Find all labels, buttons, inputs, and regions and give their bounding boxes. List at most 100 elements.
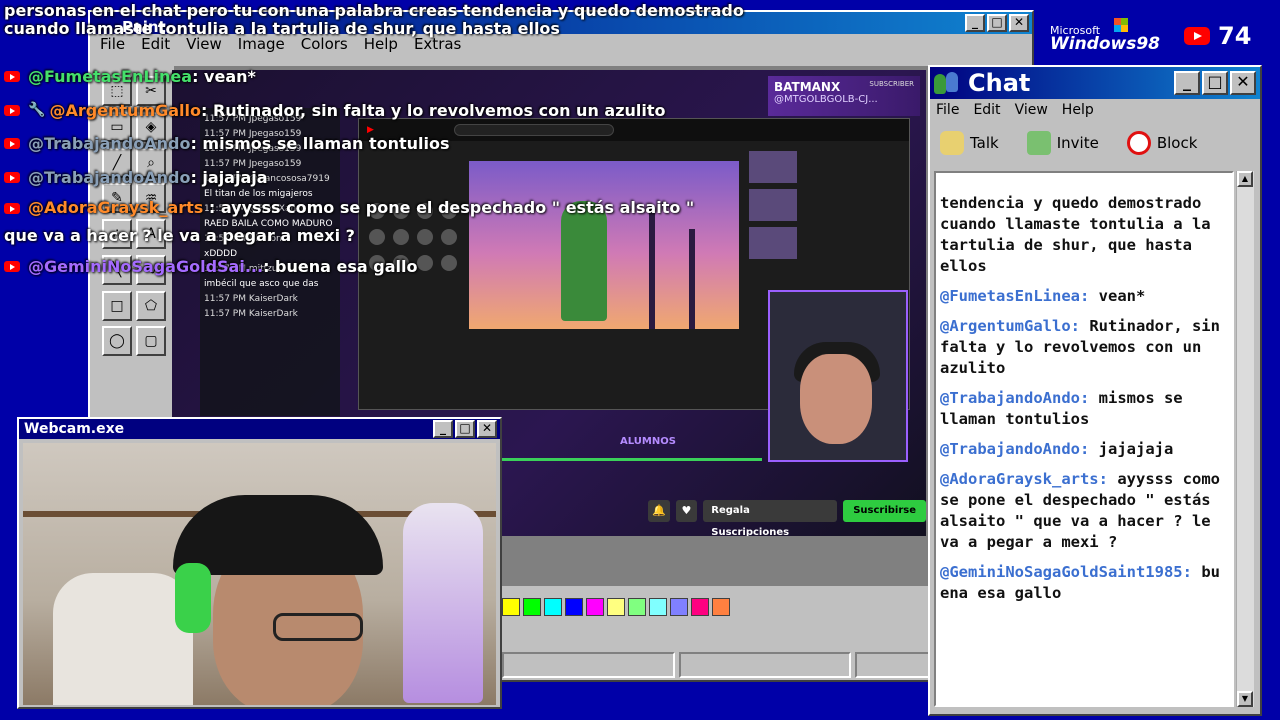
- heart-icon[interactable]: ♥: [675, 500, 698, 522]
- color-swatch[interactable]: [691, 598, 709, 616]
- overlay-chat-line: 🔧 @ArgentumGallo : Rutinador, sin falta …: [4, 94, 704, 128]
- youtube-icon: [4, 104, 20, 116]
- chat-username: @AdoraGraysk_arts: [28, 198, 204, 217]
- logo-product: Windows98: [1050, 34, 1161, 54]
- viewer-count-value: 74: [1218, 22, 1252, 50]
- youtube-icon: [4, 203, 20, 214]
- menu-file[interactable]: File: [936, 102, 959, 118]
- rounded-rect-icon[interactable]: ▢: [136, 326, 166, 357]
- chat-username: @TrabajandoAndo:: [940, 440, 1090, 458]
- paint-title: Paint: [122, 18, 166, 36]
- side-chat-line: 11:57 PM KaiserDark: [204, 309, 298, 319]
- close-button[interactable]: ✕: [1009, 14, 1029, 32]
- channel-card: BATMANX @MTGOLBGOLB-CJ... SUBSCRIBER: [768, 76, 920, 116]
- chat-text: jajajaja: [1098, 440, 1174, 458]
- talk-label: Talk: [970, 134, 999, 152]
- chat-username: @ArgentumGallo: [49, 100, 202, 120]
- list-item[interactable]: [749, 151, 905, 183]
- close-button[interactable]: ✕: [477, 420, 497, 438]
- talk-icon: [940, 131, 964, 155]
- chat-message: @AdoraGraysk_arts: ayysss como se pone e…: [940, 469, 1228, 553]
- youtube-icon: [4, 138, 20, 150]
- chat-username: @FumetasEnLinea:: [940, 287, 1090, 305]
- wrench-icon: 🔧: [28, 102, 46, 119]
- rectangle-icon[interactable]: □: [102, 290, 132, 321]
- chat-text: : buena esa gallo: [263, 257, 418, 277]
- cap: [173, 495, 383, 575]
- chat-username: @GeminiNoSagaGoldSai...: [28, 257, 264, 277]
- color-swatch[interactable]: [712, 598, 730, 616]
- top-message-line: cuando llamaste tontulia a la tartulia d…: [4, 19, 560, 38]
- chat-titlebar[interactable]: Chat _ □ ✕: [930, 67, 1260, 99]
- windows-flag-icon: [1114, 18, 1128, 32]
- color-swatch[interactable]: [586, 598, 604, 616]
- status-cell: [678, 652, 852, 678]
- gift-subs-button[interactable]: Regala Suscripciones: [703, 500, 838, 536]
- status-cell: [502, 652, 675, 678]
- webcam-title: Webcam.exe: [24, 421, 125, 437]
- chat-message: @FumetasEnLinea: vean*: [940, 286, 1228, 307]
- chat-message: @TrabajandoAndo: jajajaja: [940, 439, 1228, 460]
- overlay-chat-line: @TrabajandoAndo : jajajaja: [4, 161, 704, 195]
- channel-handle: @MTGOLBGOLB-CJ...: [774, 94, 878, 105]
- minimize-button[interactable]: _: [965, 14, 985, 32]
- block-button[interactable]: Block: [1126, 131, 1197, 155]
- menu-edit[interactable]: Edit: [973, 102, 1000, 118]
- color-swatch[interactable]: [670, 598, 688, 616]
- overlay-chat-line: @AdoraGraysk_arts : ayysss como se pone …: [4, 194, 704, 250]
- statue: [403, 503, 483, 703]
- chat-scrollbar[interactable]: ▲ ▼: [1236, 171, 1254, 707]
- chat-title: Chat: [968, 69, 1031, 97]
- side-chat-line: 11:57 PM KaiserDark: [204, 294, 298, 304]
- viewer-count: 74: [1184, 22, 1251, 50]
- minimize-button[interactable]: _: [433, 420, 453, 438]
- chat-username: @GeminiNoSagaGoldSaint1985:: [940, 563, 1192, 581]
- youtube-icon: [1184, 27, 1210, 45]
- chat-username: @ArgentumGallo:: [940, 317, 1080, 335]
- chat-log: tendencia y quedo demostrado cuando llam…: [934, 171, 1234, 707]
- list-item[interactable]: [749, 189, 905, 221]
- color-swatch[interactable]: [649, 598, 667, 616]
- talk-button[interactable]: Talk: [940, 131, 999, 155]
- maximize-button[interactable]: □: [1202, 71, 1228, 95]
- ellipse-icon[interactable]: ◯: [102, 326, 132, 357]
- people-icon: [934, 72, 962, 94]
- youtube-icon: [4, 261, 20, 273]
- chat-message: @GeminiNoSagaGoldSaint1985: buena esa ga…: [940, 562, 1228, 604]
- invite-button[interactable]: Invite: [1026, 131, 1099, 155]
- headset-icon: [175, 563, 211, 633]
- scroll-up-icon[interactable]: ▲: [1237, 171, 1253, 187]
- webcam-titlebar[interactable]: Webcam.exe _ □ ✕: [19, 419, 500, 439]
- overlay-chat-line: @TrabajandoAndo : mismos se llaman tontu…: [4, 127, 704, 161]
- color-swatch[interactable]: [607, 598, 625, 616]
- youtube-icon: [4, 171, 20, 183]
- youtube-icon: [4, 71, 20, 83]
- scroll-down-icon[interactable]: ▼: [1237, 691, 1253, 707]
- block-icon: [1126, 131, 1151, 155]
- bell-icon[interactable]: 🔔: [648, 500, 670, 522]
- face: [800, 354, 872, 444]
- maximize-button[interactable]: □: [987, 14, 1007, 32]
- chat-menubar: File Edit View Help: [930, 99, 1260, 121]
- invite-label: Invite: [1056, 134, 1099, 152]
- polygon-icon[interactable]: ⬠: [136, 290, 166, 321]
- maximize-button[interactable]: □: [455, 420, 475, 438]
- subscribe-button[interactable]: Suscribirse: [843, 500, 926, 522]
- chat-username: @AdoraGraysk_arts:: [940, 470, 1108, 488]
- color-palette: [502, 598, 730, 616]
- chat-text: : Rutinador, sin falta y lo revolvemos c…: [201, 100, 666, 120]
- overlay-chat: @FumetasEnLinea : vean* 🔧 @ArgentumGallo…: [4, 60, 704, 284]
- color-swatch[interactable]: [544, 598, 562, 616]
- minimize-button[interactable]: _: [1174, 71, 1200, 95]
- chat-text: : vean*: [192, 67, 256, 87]
- color-swatch[interactable]: [565, 598, 583, 616]
- progress-bar: [472, 458, 762, 461]
- color-swatch[interactable]: [502, 598, 520, 616]
- menu-view[interactable]: View: [1015, 102, 1048, 118]
- close-button[interactable]: ✕: [1230, 71, 1256, 95]
- color-swatch[interactable]: [523, 598, 541, 616]
- color-swatch[interactable]: [628, 598, 646, 616]
- overlay-logo: ALUMNOS: [620, 436, 676, 447]
- list-item[interactable]: [749, 227, 905, 259]
- menu-help[interactable]: Help: [1062, 102, 1094, 118]
